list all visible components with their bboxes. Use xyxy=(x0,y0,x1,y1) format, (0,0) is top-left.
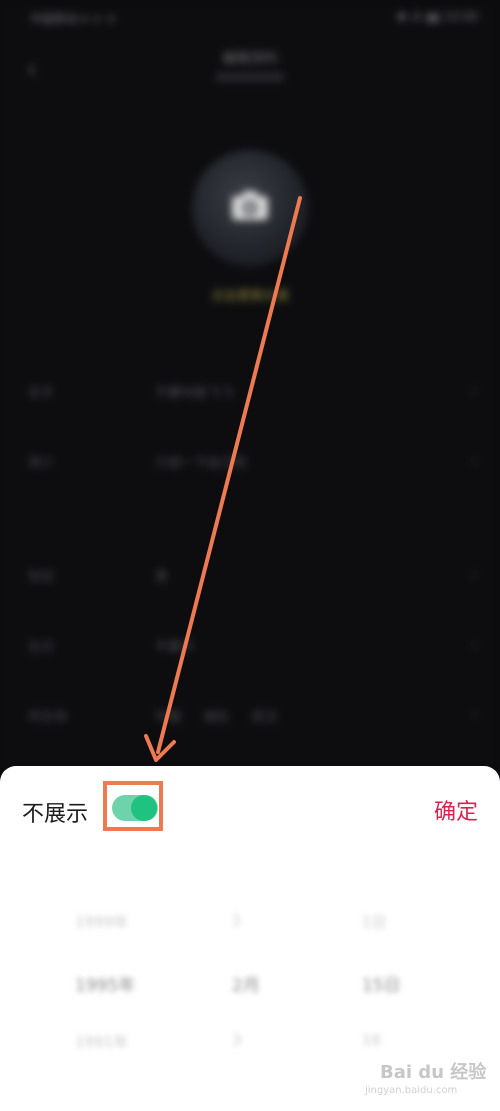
name-row[interactable]: 名字 不要叫我飞飞 › xyxy=(0,372,500,412)
row-value: 男 xyxy=(155,570,169,585)
picker-year: 1999年 xyxy=(75,913,129,931)
row-value: 介绍一下自己吧 xyxy=(155,456,247,471)
row-value: 不要叫我飞飞 xyxy=(155,386,234,401)
row-label: 性别 xyxy=(28,570,55,585)
chevron-right-icon: › xyxy=(470,634,478,655)
location-tag: 武汉 xyxy=(251,710,278,725)
location-tag: 中国 xyxy=(155,710,182,725)
picker-month: 1 xyxy=(232,911,242,929)
gender-row[interactable]: 性别 男 › xyxy=(0,556,500,596)
row-label: 生日 xyxy=(28,640,55,655)
avatar[interactable] xyxy=(192,150,308,266)
location-tags: 中国 湖北 武汉 xyxy=(155,706,295,725)
picker-row[interactable]: 1991年 3 16 xyxy=(0,1023,500,1063)
camera-icon xyxy=(232,191,268,220)
picker-month: 3 xyxy=(232,1031,242,1049)
status-carrier: 中国移动 ▾ ᯤ ✈ xyxy=(30,12,117,26)
status-indicators: ✱ ⁂ ▮▮ 10:00 xyxy=(396,10,478,24)
background-profile-page: 中国移动 ▾ ᯤ ✈ ✱ ⁂ ▮▮ 10:00 ‹ 编辑资料 点击更换头像 名字… xyxy=(0,0,500,770)
page-title: 编辑资料 xyxy=(222,51,278,67)
change-avatar-link[interactable]: 点击更换头像 xyxy=(170,285,330,304)
birthday-row[interactable]: 生日 不展示 › xyxy=(0,626,500,666)
chevron-right-icon: › xyxy=(470,704,478,725)
picker-row[interactable]: 1999年 1 1日 xyxy=(0,903,500,943)
status-bar: 中国移动 ▾ ᯤ ✈ ✱ ⁂ ▮▮ 10:00 xyxy=(0,0,500,40)
location-tag: 湖北 xyxy=(203,710,230,725)
picker-day: 16 xyxy=(362,1031,382,1049)
bio-row[interactable]: 简介 介绍一下自己吧 › xyxy=(0,442,500,482)
hide-birthday-toggle[interactable] xyxy=(112,795,158,821)
picker-day: 15日 xyxy=(362,976,401,996)
row-value: 不展示 xyxy=(155,640,195,655)
chevron-right-icon: › xyxy=(470,380,478,401)
page-subtitle-bar xyxy=(215,73,285,81)
chevron-right-icon: › xyxy=(470,450,478,471)
toggle-knob xyxy=(131,795,157,821)
hide-birthday-label: 不展示 xyxy=(22,802,89,827)
chevron-right-icon: › xyxy=(470,564,478,585)
watermark-url: jingyan.baidu.com xyxy=(365,1085,458,1096)
picker-year: 1991年 xyxy=(75,1033,129,1051)
back-arrow-icon[interactable]: ‹ xyxy=(26,52,37,85)
row-label: 所在地 xyxy=(28,710,68,725)
picker-year: 1995年 xyxy=(75,976,136,996)
row-label: 简介 xyxy=(28,456,55,471)
row-label: 名字 xyxy=(28,386,55,401)
picker-day: 1日 xyxy=(362,913,387,931)
confirm-button[interactable]: 确定 xyxy=(434,794,478,826)
location-row[interactable]: 所在地 中国 湖北 武汉 › xyxy=(0,696,500,736)
picker-row-selected[interactable]: 1995年 2月 15日 xyxy=(0,963,500,1003)
watermark-logo: Bai du 经验 xyxy=(380,1062,487,1083)
picker-month: 2月 xyxy=(232,976,260,996)
